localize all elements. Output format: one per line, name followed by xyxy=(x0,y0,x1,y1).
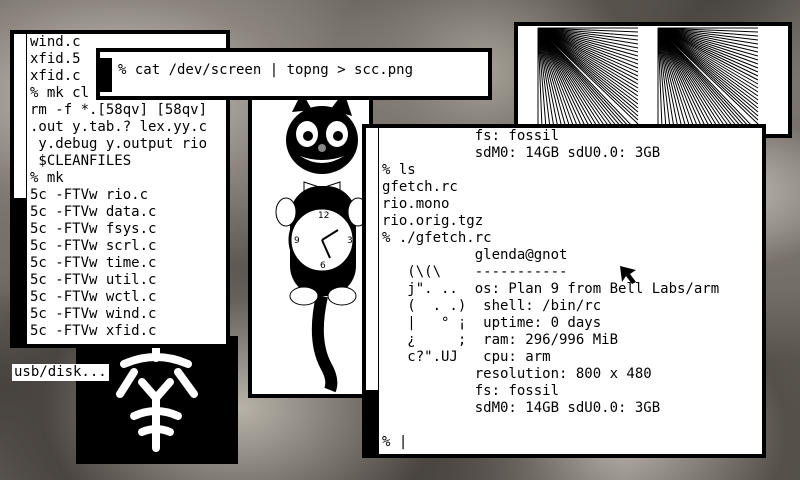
terminal-line: 5c -FTVw util.c xyxy=(30,272,157,288)
svg-text:9: 9 xyxy=(294,236,300,246)
terminal-line: .out y.tab.? lex.yy.c xyxy=(30,119,208,135)
command-window[interactable]: % cat /dev/screen | topng > scc.png xyxy=(96,48,492,100)
terminal-line: resolution: 800 x 480 xyxy=(382,366,652,382)
terminal-text[interactable]: fs: fossil sdM0: 14GB sdU0.0: 3GB% ls gfe… xyxy=(382,128,719,451)
arrow-cursor-icon xyxy=(620,266,638,288)
art-line xyxy=(657,27,759,89)
terminal-line: sdM0: 14GB sdU0.0: 3GB xyxy=(382,400,661,416)
terminal-line: rio.orig.tgz xyxy=(382,213,484,229)
terminal-line: gfetch.rc xyxy=(382,179,458,195)
terminal-line: 5c -FTVw wind.c xyxy=(30,306,157,322)
line-art-graphic xyxy=(537,27,759,129)
scrollbar[interactable] xyxy=(100,52,112,96)
terminal-line: 5c -FTVw xfid.c xyxy=(30,323,157,339)
terminal-line: % ls xyxy=(382,162,416,178)
terminal-line: rm -f *.[58qv] [58qv] xyxy=(30,102,208,118)
scrollbar[interactable] xyxy=(14,34,27,346)
logo-icon xyxy=(116,342,198,452)
terminal-line: % ./gfetch.rc xyxy=(382,230,492,246)
terminal-line: 5c -FTVw wctl.c xyxy=(30,289,157,305)
svg-text:12: 12 xyxy=(318,211,329,221)
terminal-line: $CLEANFILES xyxy=(30,153,132,169)
prompt-line[interactable]: % | xyxy=(382,434,719,451)
terminal-line: % mk xyxy=(30,170,64,186)
command-text[interactable]: % cat /dev/screen | topng > scc.png xyxy=(118,62,413,79)
terminal-window-main[interactable]: fs: fossil sdM0: 14GB sdU0.0: 3GB% ls gfe… xyxy=(362,124,766,458)
terminal-line: ( . .) shell: /bin/rc xyxy=(382,298,602,314)
terminal-line: 5c -FTVw rio.c xyxy=(30,187,149,203)
terminal-line: rio.mono xyxy=(382,196,450,212)
terminal-line: sdM0: 14GB sdU0.0: 3GB xyxy=(382,145,661,161)
line-art-window[interactable] xyxy=(514,22,792,138)
terminal-line: (\(\ ----------- xyxy=(382,264,568,280)
scrollbar-thumb[interactable] xyxy=(100,58,112,92)
kit-cat-clock-icon: 12 3 6 9 xyxy=(252,90,369,394)
terminal-line: j". .. os: Plan 9 from Bell Labs/arm xyxy=(382,281,720,297)
terminal-line: 5c -FTVw scrl.c xyxy=(30,238,157,254)
terminal-line: glenda@gnot xyxy=(382,247,568,263)
terminal-line: 5c -FTVw data.c xyxy=(30,204,157,220)
terminal-line: 5c -FTVw fsys.c xyxy=(30,221,157,237)
usb-disk-label[interactable]: usb/disk... xyxy=(12,364,109,381)
glenda-kanji-logo xyxy=(76,336,238,464)
scrollbar-thumb[interactable] xyxy=(14,198,26,346)
clock-window[interactable]: 12 3 6 9 xyxy=(248,86,373,398)
terminal-line: c?".UJ cpu: arm xyxy=(382,349,551,365)
art-line xyxy=(537,27,599,129)
terminal-line: fs: fossil xyxy=(382,128,560,144)
terminal-line: y.debug y.output rio xyxy=(30,136,208,152)
svg-text:6: 6 xyxy=(320,261,326,271)
svg-text:3: 3 xyxy=(347,236,353,246)
art-line xyxy=(657,27,719,129)
scrollbar[interactable] xyxy=(366,128,379,454)
terminal-line: | ° ¡ uptime: 0 days xyxy=(382,315,602,331)
scrollbar-thumb[interactable] xyxy=(366,390,378,454)
terminal-line: ¿ ; ram: 296/996 MiB xyxy=(382,332,619,348)
terminal-line: 5c -FTVw time.c xyxy=(30,255,157,271)
terminal-line: fs: fossil xyxy=(382,383,560,399)
art-line xyxy=(537,27,639,89)
